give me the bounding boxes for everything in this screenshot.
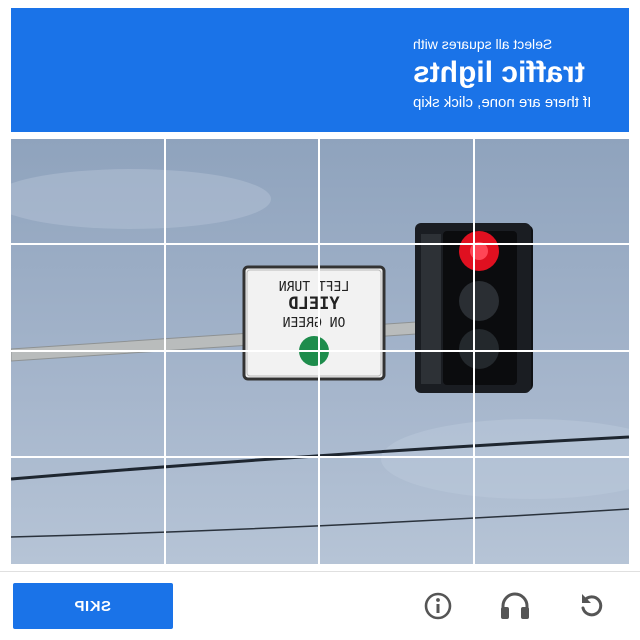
audio-icon xyxy=(501,592,529,619)
challenge-image: LEFT TURN YIELD ON GREEN xyxy=(11,139,629,564)
skip-button[interactable]: SKIP xyxy=(13,583,173,629)
instruction-text-block: Select all squares with traffic lights I… xyxy=(413,36,591,112)
grid-tile[interactable] xyxy=(320,139,475,246)
captcha-footer: SKIP xyxy=(0,572,640,640)
captcha-frame: Select all squares with traffic lights I… xyxy=(0,0,640,640)
grid-tile[interactable] xyxy=(320,457,475,564)
instruction-line1: Select all squares with xyxy=(412,36,552,52)
instruction-header: Select all squares with traffic lights I… xyxy=(11,8,629,132)
instruction-line3: If there are none, click skip xyxy=(412,94,591,111)
reload-button[interactable] xyxy=(570,584,614,628)
grid-tile[interactable] xyxy=(475,458,630,564)
grid-tile[interactable] xyxy=(11,457,166,564)
grid-tile[interactable] xyxy=(165,245,320,352)
grid-tile[interactable] xyxy=(474,245,629,352)
info-button[interactable] xyxy=(416,584,460,628)
grid-tile[interactable] xyxy=(11,139,166,246)
grid-tile[interactable] xyxy=(11,351,166,458)
grid-tile[interactable] xyxy=(165,351,320,458)
audio-button[interactable] xyxy=(493,584,537,628)
tile-grid xyxy=(11,139,629,564)
info-icon xyxy=(424,592,452,620)
grid-tile[interactable] xyxy=(11,245,166,352)
grid-tile[interactable] xyxy=(474,139,629,246)
grid-tile[interactable] xyxy=(320,245,475,352)
grid-tile[interactable] xyxy=(166,457,320,564)
skip-label: SKIP xyxy=(74,597,112,615)
grid-tile[interactable] xyxy=(474,352,629,458)
grid-tile[interactable] xyxy=(165,139,320,246)
grid-tile[interactable] xyxy=(320,351,475,458)
reload-icon xyxy=(581,594,603,617)
instruction-target: traffic lights xyxy=(412,56,585,89)
